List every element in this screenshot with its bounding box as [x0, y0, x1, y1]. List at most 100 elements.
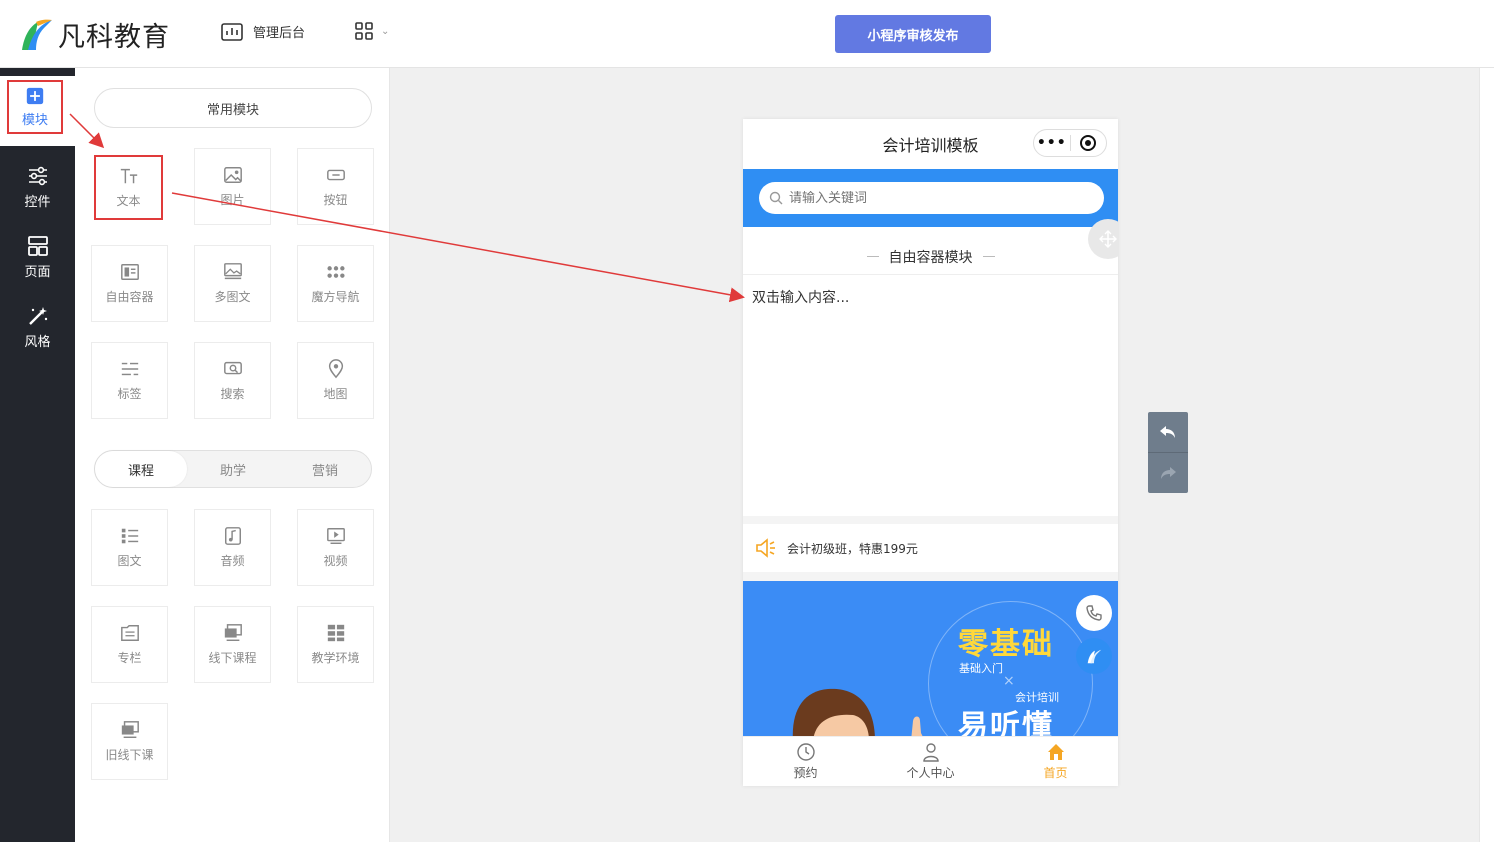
search-input[interactable] — [789, 190, 1089, 206]
segment-study-aid[interactable]: 助学 — [187, 451, 279, 487]
tag-lines-icon — [121, 362, 138, 376]
tab-label: 个人中心 — [906, 766, 955, 780]
tile-label: 按钮 — [323, 193, 348, 207]
bar-chart-icon — [221, 22, 243, 41]
redo-icon — [1161, 467, 1176, 479]
segment-marketing[interactable]: 营销 — [279, 451, 371, 487]
container-icon — [120, 264, 139, 280]
module-tile-article[interactable]: 图文 — [91, 509, 168, 586]
module-tile-text[interactable]: 文本 — [94, 155, 163, 220]
segment-course[interactable]: 课程 — [95, 451, 187, 487]
free-container-title: 自由容器模块 — [888, 249, 973, 266]
notice-text: 会计初级班，特惠199元 — [787, 541, 918, 556]
admin-nav-label: 管理后台 — [253, 26, 306, 41]
dots-grid-icon — [326, 266, 345, 278]
search-module — [743, 169, 1118, 227]
tile-label: 线下课程 — [208, 651, 257, 665]
admin-nav-link[interactable]: 管理后台 — [221, 22, 305, 41]
apps-menu[interactable]: ⌄ — [355, 22, 389, 40]
module-tile-old-offline-course[interactable]: 旧线下课 — [91, 703, 168, 780]
banner-headline-2: 易听懂 — [958, 709, 1054, 736]
module-tile-video[interactable]: 视频 — [297, 509, 374, 586]
redo-button[interactable] — [1148, 453, 1188, 493]
sidebar-item-label: 页面 — [24, 264, 51, 280]
module-tile-image[interactable]: 图片 — [194, 148, 271, 225]
header-dash-right — [982, 256, 995, 257]
category-segment: 课程 助学 营销 — [94, 450, 372, 488]
service-logo-button[interactable] — [1076, 638, 1112, 674]
module-tile-multi-image[interactable]: 多图文 — [194, 245, 271, 322]
tile-label: 音频 — [220, 554, 245, 568]
cartoon-person-icon — [792, 688, 923, 736]
tile-label: 搜索 — [220, 387, 245, 401]
sidebar-item-style[interactable]: 风格 — [0, 296, 75, 358]
sliders-icon — [28, 166, 47, 185]
video-icon — [326, 528, 345, 544]
search-icon — [769, 191, 783, 205]
tile-label: 图片 — [220, 193, 245, 207]
module-tile-offline-course[interactable]: 线下课程 — [194, 606, 271, 683]
top-bar: 凡科教育 管理后台 ⌄ 小程序审核发布 — [0, 0, 1494, 68]
notice-bar[interactable]: 会计初级班，特惠199元 — [743, 524, 1118, 572]
brand-logo[interactable]: 凡科教育 — [16, 14, 170, 54]
section-gap — [743, 572, 1118, 581]
module-tile-audio[interactable]: 音频 — [194, 509, 271, 586]
tile-label: 标签 — [117, 387, 142, 401]
brand-name: 凡科教育 — [58, 21, 170, 53]
user-icon — [922, 743, 939, 762]
module-tile-teaching-environment[interactable]: 教学环境 — [297, 606, 374, 683]
module-tile-magic-nav[interactable]: 魔方导航 — [297, 245, 374, 322]
speaker-icon — [756, 538, 775, 558]
tile-label: 图文 — [117, 554, 142, 568]
old-course-icon — [121, 721, 139, 738]
banner-subline: 基础入门 — [959, 662, 1003, 675]
tile-label: 地图 — [323, 387, 348, 401]
left-sidebar: 模块 控件 页面 风格 — [0, 68, 75, 842]
promo-banner[interactable]: 零基础 基础入门 × 会计培训 易听懂 — [743, 581, 1118, 736]
clock-icon — [796, 743, 815, 761]
sidebar-item-label: 控件 — [24, 194, 51, 210]
search-box[interactable] — [759, 182, 1104, 214]
close-target-icon[interactable] — [1070, 134, 1106, 152]
phone-call-button[interactable] — [1076, 595, 1112, 631]
module-tile-tags[interactable]: 标签 — [91, 342, 168, 419]
tab-label: 预约 — [793, 766, 818, 780]
tab-label: 首页 — [1043, 766, 1068, 780]
tile-label: 文本 — [116, 194, 141, 208]
chevron-down-icon: ⌄ — [381, 25, 390, 37]
sidebar-item-controls[interactable]: 控件 — [0, 156, 75, 218]
home-icon — [1047, 744, 1064, 760]
map-pin-icon — [328, 359, 343, 379]
tile-label: 专栏 — [117, 651, 142, 665]
bottom-tab-bar: 预约 个人中心 首页 — [743, 736, 1118, 786]
canvas-scrollbar[interactable] — [1479, 68, 1494, 842]
magic-wand-icon — [28, 306, 47, 325]
header-dash-left — [866, 256, 879, 257]
multi-image-icon — [223, 263, 242, 280]
undo-redo-panel — [1148, 412, 1188, 493]
apps-grid-icon — [355, 22, 373, 40]
free-container-text[interactable]: 双击输入内容... — [752, 287, 849, 307]
more-dots-icon[interactable]: ••• — [1034, 135, 1070, 151]
brand-logo-icon — [1087, 649, 1102, 664]
tab-appointment[interactable]: 预约 — [743, 737, 868, 786]
sidebar-item-modules[interactable]: 模块 — [7, 80, 63, 134]
mini-program-capsule[interactable]: ••• — [1033, 129, 1107, 157]
music-note-icon — [224, 527, 241, 545]
free-container-header: 自由容器模块 — [743, 239, 1118, 275]
module-tile-button[interactable]: 按钮 — [297, 148, 374, 225]
sidebar-item-label: 风格 — [24, 334, 51, 350]
module-tile-map[interactable]: 地图 — [297, 342, 374, 419]
module-tile-search[interactable]: 搜索 — [194, 342, 271, 419]
module-tile-column[interactable]: 专栏 — [91, 606, 168, 683]
publish-button[interactable]: 小程序审核发布 — [835, 15, 991, 53]
module-tile-free-container[interactable]: 自由容器 — [91, 245, 168, 322]
tab-profile[interactable]: 个人中心 — [868, 737, 993, 786]
banner-headline: 零基础 — [958, 627, 1054, 662]
search-icon — [223, 361, 242, 375]
tab-home[interactable]: 首页 — [993, 737, 1118, 786]
undo-button[interactable] — [1148, 412, 1188, 452]
section-gap — [743, 516, 1118, 524]
sidebar-item-pages[interactable]: 页面 — [0, 226, 75, 288]
undo-icon — [1160, 426, 1175, 438]
